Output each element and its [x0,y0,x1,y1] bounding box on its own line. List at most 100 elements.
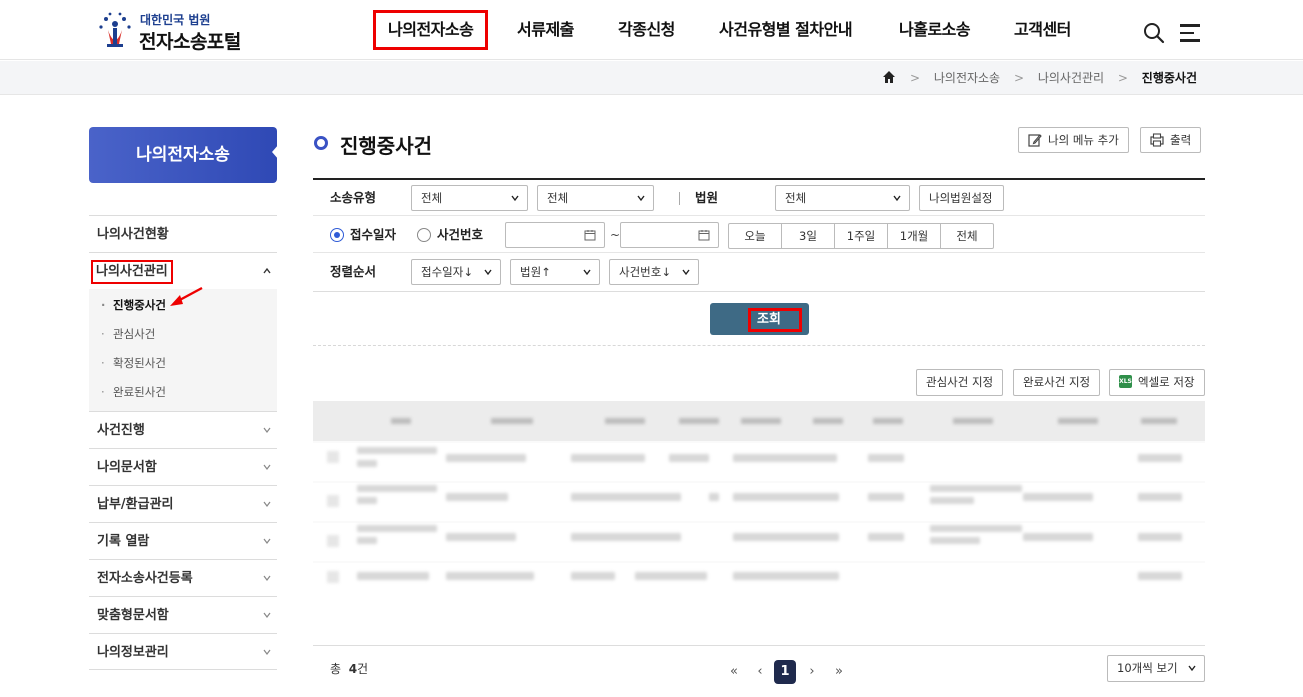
calendar-icon[interactable] [584,229,596,241]
sidebar-sub-label: 진행중사건 [113,298,166,312]
sidebar-item-label: 나의문서함 [97,460,157,475]
sort-court-select[interactable]: 법원↑ [510,259,600,285]
footer-divider [313,645,1205,646]
sidebar-item-record-view[interactable]: 기록 열람 [89,522,277,559]
radio-receipt-date[interactable] [330,228,344,242]
breadcrumb-item[interactable]: 나의사건관리 [1038,61,1104,95]
last-page-button[interactable]: » [828,660,850,684]
period-all-button[interactable]: 전체 [941,224,993,248]
excel-icon: XLS [1119,375,1132,388]
total-count: 총 4건 [330,660,368,677]
table-row[interactable] [313,443,1205,481]
table-row[interactable] [313,483,1205,521]
court-setting-label: 나의법원설정 [929,191,993,205]
sort-receipt-select[interactable]: 접수일자↓ [411,259,501,285]
start-date-input[interactable] [505,222,605,248]
case-type-select-1[interactable]: 전체 [411,185,528,211]
breadcrumb-item[interactable]: 나의전자소송 [934,61,1000,95]
breadcrumb-separator: > [1013,71,1024,85]
mark-complete-button[interactable]: 완료사건 지정 [1013,369,1101,396]
sidebar-sub-label: 관심사건 [113,327,156,341]
case-type-select-2[interactable]: 전체 [537,185,654,211]
nav-customer-center[interactable]: 고객센터 [1014,10,1071,50]
chevron-down-icon [263,501,271,507]
sidebar-sub-completed[interactable]: 완료된사건 [89,378,277,407]
nav-document-submit[interactable]: 서류제출 [517,10,574,50]
sidebar-sub-label: 확정된사건 [113,356,166,370]
sidebar-sub-interest[interactable]: 관심사건 [89,320,277,349]
sidebar: 나의사건현황 나의사건관리 진행중사건 관심사건 확정된사건 완료된사건 사건진… [89,215,277,670]
logo[interactable]: 대한민국 법원 전자소송포털 [95,8,265,53]
select-value: 사건번호↓ [619,265,671,279]
sidebar-title-notch [272,144,279,160]
period-1month-button[interactable]: 1개월 [888,224,941,248]
court-select[interactable]: 전체 [775,185,910,211]
select-value: 접수일자↓ [421,265,473,279]
sidebar-item-case-status[interactable]: 나의사건현황 [89,215,277,252]
select-value: 전체 [785,191,807,205]
title-bullet-icon [314,136,328,150]
period-button-group: 오늘 3일 1주일 1개월 전체 [728,223,994,249]
nav-applications[interactable]: 각종신청 [618,10,675,50]
search-filter: 소송유형 전체 전체 법원 전체 나의법원설정 접수일자 사건번호 ~ 오늘 3… [313,178,1205,292]
chevron-down-icon [511,195,519,202]
chevron-down-icon [263,427,271,433]
sort-case-number-select[interactable]: 사건번호↓ [609,259,699,285]
calendar-icon[interactable] [698,229,710,241]
sidebar-item-my-info[interactable]: 나의정보관리 [89,633,277,670]
sidebar-item-case-register[interactable]: 전자소송사건등록 [89,559,277,596]
search-button[interactable]: 조회 [710,303,809,335]
sort-label: 정렬순서 [330,264,377,279]
logo-title: 전자소송포털 [139,31,241,53]
sidebar-item-case-management[interactable]: 나의사건관리 [89,252,277,289]
add-my-menu-button[interactable]: 나의 메뉴 추가 [1018,127,1129,153]
first-page-button[interactable]: « [723,660,745,684]
nav-my-e-litigation[interactable]: 나의전자소송 [373,10,489,50]
breadcrumb-bar: > 나의전자소송 > 나의사건관리 > 진행중사건 [0,61,1303,95]
chevron-down-icon [263,464,271,470]
header: 대한민국 법원 전자소송포털 나의전자소송 서류제출 각종신청 사건유형별 절차… [0,0,1303,60]
court-label: 법원 [695,190,719,205]
search-icon[interactable] [1143,22,1165,44]
add-my-menu-label: 나의 메뉴 추가 [1048,133,1119,147]
chevron-down-icon [484,269,492,276]
sidebar-item-documents[interactable]: 나의문서함 [89,448,277,485]
prev-page-button[interactable]: ‹ [749,660,771,684]
hamburger-menu-icon[interactable] [1180,24,1202,42]
my-court-setting-button[interactable]: 나의법원설정 [919,185,1004,211]
sidebar-sub-confirmed[interactable]: 확정된사건 [89,349,277,378]
radio-receipt-date-label: 접수일자 [350,227,397,242]
chevron-down-icon [1188,665,1196,672]
sidebar-item-label: 납부/환급관리 [97,497,174,512]
next-page-button[interactable]: › [801,660,823,684]
nav-procedure-guide[interactable]: 사건유형별 절차안내 [719,10,853,50]
mark-interest-button[interactable]: 관심사건 지정 [916,369,1004,396]
chevron-down-icon [682,269,690,276]
rows-per-page-select[interactable]: 10개씩 보기 [1107,655,1205,682]
breadcrumb-separator: > [909,71,921,85]
end-date-input[interactable] [620,222,719,248]
select-value: 10개씩 보기 [1117,661,1178,675]
home-icon[interactable] [882,70,896,84]
table-row[interactable] [313,523,1205,561]
period-today-button[interactable]: 오늘 [729,224,782,248]
table-row[interactable] [313,563,1205,601]
sidebar-item-case-progress[interactable]: 사건진행 [89,411,277,448]
print-label: 출력 [1170,133,1192,147]
period-3days-button[interactable]: 3일 [782,224,835,248]
period-1week-button[interactable]: 1주일 [835,224,888,248]
total-prefix: 총 [330,662,342,676]
print-icon [1150,132,1164,147]
sidebar-sub-label: 완료된사건 [113,385,166,399]
chevron-down-icon [583,269,591,276]
sidebar-item-custom-docs[interactable]: 맞춤형문서함 [89,596,277,633]
sidebar-item-payment[interactable]: 납부/환급관리 [89,485,277,522]
chevron-down-icon [637,195,645,202]
page-1-button[interactable]: 1 [774,660,796,684]
export-excel-button[interactable]: XLS 엑셀로 저장 [1109,369,1205,396]
search-button-label: 조회 [748,308,802,332]
print-button[interactable]: 출력 [1140,127,1202,153]
breadcrumb-current: 진행중사건 [1141,71,1197,85]
nav-self-litigation[interactable]: 나홀로소송 [899,10,971,50]
radio-case-number[interactable] [417,228,431,242]
